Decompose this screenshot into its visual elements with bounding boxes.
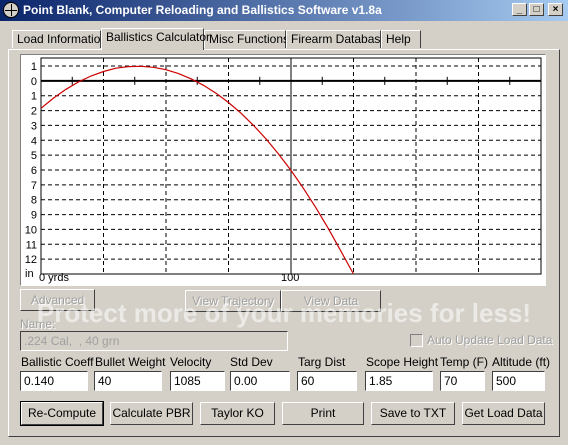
print-button[interactable]: Print <box>282 402 364 425</box>
view-data-button[interactable]: View Data <box>281 290 381 312</box>
targ-dist-field[interactable] <box>297 371 357 391</box>
tab-load-information[interactable]: Load Information <box>12 30 107 48</box>
y-tick-label: 6 <box>31 165 37 177</box>
taylor-ko-button[interactable]: Taylor KO <box>200 402 275 425</box>
y-tick-label: 9 <box>31 210 37 222</box>
y-tick-label: 4 <box>31 135 37 147</box>
y-tick-label: 5 <box>31 150 37 162</box>
recompute-button[interactable]: Re-Compute <box>20 401 104 426</box>
window-title: Point Blank, Computer Reloading and Ball… <box>23 3 382 17</box>
tab-help[interactable]: Help <box>381 30 421 48</box>
y-tick-label: 12 <box>25 254 37 266</box>
save-to-txt-button[interactable]: Save to TXT <box>371 402 455 425</box>
bullet-weight-field[interactable] <box>94 371 162 391</box>
name-label: Name: <box>20 317 56 331</box>
y-unit-label: in <box>25 268 34 280</box>
close-button[interactable]: × <box>548 3 563 16</box>
ballistic-coeff-label: Ballistic Coeff <box>21 355 94 369</box>
temp-label: Temp (F) <box>440 355 488 369</box>
name-field[interactable] <box>20 331 288 351</box>
tab-firearm-database[interactable]: Firearm Database <box>286 30 387 48</box>
y-tick-label: 10 <box>25 224 37 236</box>
view-trajectory-button[interactable]: View Trajectory <box>185 290 281 312</box>
altitude-field[interactable] <box>492 371 545 391</box>
title-bar: Point Blank, Computer Reloading and Ball… <box>0 0 568 21</box>
scope-height-label: Scope Height <box>366 355 439 369</box>
trajectory-chart-svg: 10123456789101112in 0 yrds 100 <box>21 55 545 285</box>
targ-dist-label: Targ Dist <box>298 355 346 369</box>
y-tick-label: 8 <box>31 195 37 207</box>
tab-ballistics-calculator[interactable]: Ballistics Calculator <box>101 28 210 50</box>
std-dev-label: Std Dev <box>230 355 273 369</box>
y-tick-label: 0 <box>31 76 37 88</box>
y-tick-label: 1 <box>31 91 37 103</box>
x-tick-label: 100 <box>281 272 299 284</box>
y-tick-label: 2 <box>31 106 37 118</box>
y-tick-label: 11 <box>26 239 37 251</box>
y-tick-label: 7 <box>31 180 37 192</box>
scope-height-field[interactable] <box>365 371 433 391</box>
crosshair-icon <box>3 2 19 18</box>
tab-misc-functions[interactable]: Misc Functions <box>204 30 289 48</box>
advanced-button[interactable]: Advanced <box>20 289 95 311</box>
bullet-weight-label: Bullet Weight <box>95 355 166 369</box>
velocity-label: Velocity <box>170 355 212 369</box>
temp-field[interactable] <box>440 371 485 391</box>
altitude-label: Altitude (ft) <box>492 355 551 369</box>
std-dev-field[interactable] <box>230 371 290 391</box>
minimize-button[interactable]: _ <box>512 3 527 16</box>
calculate-pbr-button[interactable]: Calculate PBR <box>110 402 193 425</box>
get-load-data-button[interactable]: Get Load Data <box>462 402 545 425</box>
trajectory-chart: 1 0 1 2 3 4 5 6 7 8 9 10 11 12 in 0 yrds 100 <box>20 54 546 286</box>
ballistic-coeff-field[interactable] <box>20 371 88 391</box>
maximize-button[interactable]: □ <box>529 3 544 16</box>
y-tick-label: 3 <box>31 120 37 132</box>
auto-update-label: Auto Update Load Data <box>427 333 553 347</box>
y-tick-label: 1 <box>31 61 37 73</box>
x-tick-label: 0 yrds <box>39 272 69 284</box>
velocity-field[interactable] <box>170 371 225 391</box>
auto-update-checkbox[interactable] <box>410 334 423 347</box>
